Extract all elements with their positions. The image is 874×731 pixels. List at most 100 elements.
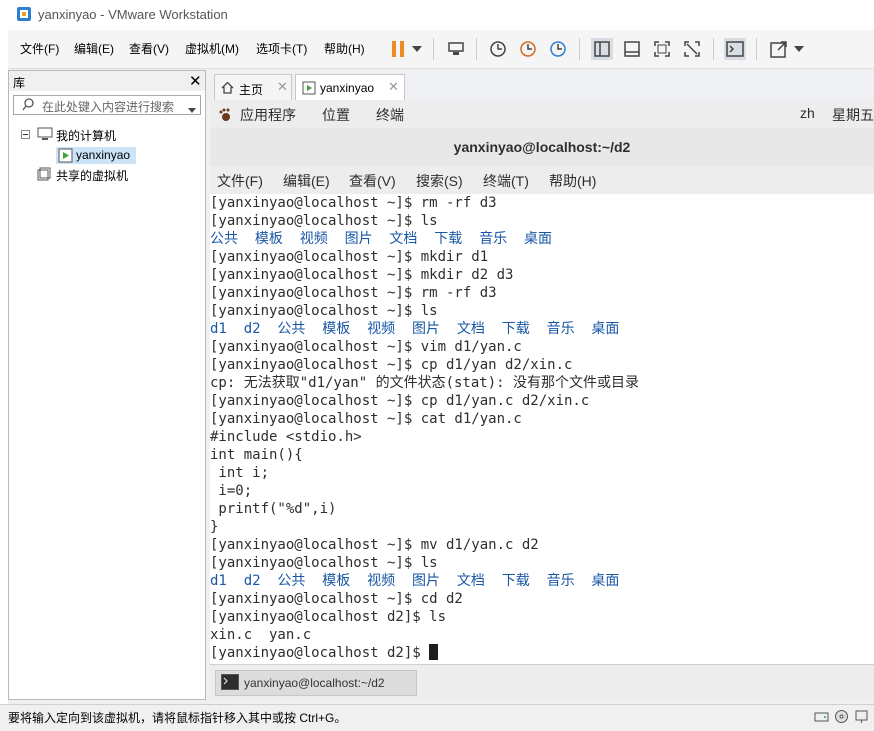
revert-snapshot-icon[interactable] — [517, 38, 539, 60]
toolbar-separator — [476, 38, 477, 60]
terminal-line: #include <stdio.h> — [210, 429, 362, 445]
full-screen-icon[interactable] — [651, 38, 673, 60]
tab-home[interactable]: 主页 ✕ — [214, 74, 292, 101]
terminal-line: [yanxinyao@localhost ~]$ ls — [210, 555, 438, 571]
taskbar-terminal-label: yanxinyao@localhost:~/d2 — [244, 676, 385, 690]
terminal-line: cp: 无法获取"d1/yan" 的文件状态(stat): 没有那个文件或目录 — [210, 375, 640, 391]
terminal-line: [yanxinyao@localhost ~]$ cd d2 — [210, 591, 463, 607]
terminal-menu-edit[interactable]: 编辑(E) — [283, 171, 330, 191]
tab-label: yanxinyao — [320, 81, 375, 95]
terminal-line: i=0; — [210, 483, 253, 499]
guest-taskbar: yanxinyao@localhost:~/d2 — [210, 664, 874, 701]
chevron-down-icon[interactable] — [188, 102, 196, 116]
search-icon — [22, 98, 35, 114]
console-view-icon[interactable] — [724, 38, 746, 60]
status-message: 要将输入定向到该虚拟机，请将鼠标指针移入其中或按 Ctrl+G。 — [8, 711, 347, 725]
pause-icon[interactable] — [387, 38, 409, 60]
menu-view[interactable]: 查看(V) — [129, 40, 169, 57]
menu-file[interactable]: 文件(F) — [20, 40, 59, 57]
background-window-edge — [0, 0, 8, 730]
terminal-line: 公共 模板 视频 图片 文档 下载 音乐 桌面 — [210, 231, 553, 247]
status-bar: 要将输入定向到该虚拟机，请将鼠标指针移入其中或按 Ctrl+G。 — [0, 704, 874, 731]
menu-help[interactable]: 帮助(H) — [324, 40, 365, 57]
terminal-menu-view[interactable]: 查看(V) — [349, 171, 396, 191]
stretch-icon[interactable] — [768, 38, 790, 60]
terminal-menu-search[interactable]: 搜索(S) — [416, 171, 463, 191]
terminal-title-bar: yanxinyao@localhost:~/d2 — [210, 128, 874, 167]
search-placeholder: 在此处键入内容进行搜索 — [42, 100, 175, 114]
terminal-menu-help[interactable]: 帮助(H) — [549, 171, 596, 191]
library-panel: 库 ✕ 在此处键入内容进行搜索 我的计算机 yanxinyao 共享的虚拟机 — [8, 70, 206, 700]
shared-vms-icon — [37, 167, 51, 184]
tree-item-my-computer[interactable]: 我的计算机 — [56, 127, 116, 144]
terminal-line: d1 d2 公共 模板 视频 图片 文档 下载 音乐 桌面 — [210, 573, 620, 589]
menu-places[interactable]: 位置 — [322, 105, 350, 125]
thumbnail-bar-icon[interactable] — [621, 38, 643, 60]
terminal-line: [yanxinyao@localhost ~]$ vim d1/yan.c — [210, 339, 522, 355]
terminal-line: [yanxinyao@localhost ~]$ rm -rf d3 — [210, 285, 497, 301]
menu-edit[interactable]: 编辑(E) — [74, 40, 114, 57]
close-icon[interactable]: ✕ — [189, 72, 202, 90]
menu-applications[interactable]: 应用程序 — [240, 105, 296, 125]
chevron-down-icon[interactable] — [792, 38, 806, 60]
library-search-input[interactable]: 在此处键入内容进行搜索 — [13, 95, 201, 115]
vmware-app-icon — [16, 6, 32, 22]
taskbar-terminal-button[interactable]: yanxinyao@localhost:~/d2 — [215, 670, 417, 696]
terminal-line: [yanxinyao@localhost ~]$ mv d1/yan.c d2 — [210, 537, 539, 553]
input-method-indicator[interactable]: zh — [800, 105, 815, 121]
show-library-icon[interactable] — [591, 38, 613, 60]
collapse-icon[interactable] — [21, 128, 30, 142]
terminal-line: [yanxinyao@localhost ~]$ mkdir d1 — [210, 249, 489, 265]
terminal-menu-file[interactable]: 文件(F) — [217, 171, 263, 191]
clock[interactable]: 星期五 — [832, 105, 874, 125]
terminal-line: [yanxinyao@localhost ~]$ rm -rf d3 — [210, 195, 497, 211]
terminal-line: [yanxinyao@localhost ~]$ mkdir d2 d3 — [210, 267, 514, 283]
computer-icon — [37, 127, 53, 143]
window-title: yanxinyao - VMware Workstation — [38, 7, 228, 22]
snapshot-icon[interactable] — [487, 38, 509, 60]
terminal-line: } — [210, 519, 219, 535]
hard-disk-icon[interactable] — [814, 710, 829, 727]
tab-label: 主页 — [239, 83, 264, 97]
network-icon[interactable] — [854, 709, 869, 727]
terminal-line: printf("%d",i) — [210, 501, 337, 517]
terminal-line: [yanxinyao@localhost ~]$ ls — [210, 213, 438, 229]
menu-vm[interactable]: 虚拟机(M) — [185, 40, 239, 57]
terminal-cursor — [429, 644, 439, 660]
close-icon[interactable]: ✕ — [277, 79, 288, 95]
tree-item-shared-vms[interactable]: 共享的虚拟机 — [56, 167, 128, 184]
unity-icon[interactable] — [681, 38, 703, 60]
terminal-menu-terminal[interactable]: 终端(T) — [483, 171, 529, 191]
terminal-menu-bar: 文件(F) 编辑(E) 查看(V) 搜索(S) 终端(T) 帮助(H) — [210, 166, 874, 195]
library-header: 库 ✕ — [9, 71, 205, 91]
vm-icon — [302, 81, 316, 98]
menu-tabs[interactable]: 选项卡(T) — [256, 40, 307, 57]
terminal-title: yanxinyao@localhost:~/d2 — [453, 139, 631, 155]
tab-bar: 主页 ✕ yanxinyao ✕ — [210, 70, 874, 101]
toolbar-separator — [579, 38, 580, 60]
tab-vm[interactable]: yanxinyao ✕ — [295, 74, 405, 101]
terminal-icon — [221, 674, 239, 693]
cd-dvd-icon[interactable] — [834, 709, 849, 727]
menu-bar: 文件(F) 编辑(E) 查看(V) 虚拟机(M) 选项卡(T) 帮助(H) — [8, 30, 874, 69]
terminal-line: int i; — [210, 465, 270, 481]
chevron-down-icon[interactable] — [410, 38, 424, 60]
toolbar-separator — [756, 38, 757, 60]
terminal-line: [yanxinyao@localhost ~]$ cat d1/yan.c — [210, 411, 522, 427]
terminal-prompt: [yanxinyao@localhost d2]$ — [210, 645, 430, 661]
snapshot-manager-icon[interactable] — [547, 38, 569, 60]
toolbar-separator — [433, 38, 434, 60]
toolbar-separator — [713, 38, 714, 60]
terminal-line: [yanxinyao@localhost ~]$ cp d1/yan.c d2/… — [210, 393, 590, 409]
terminal-line: int main(){ — [210, 447, 303, 463]
send-ctrl-alt-del-icon[interactable] — [445, 38, 467, 60]
home-icon — [221, 81, 234, 97]
tree-item-yanxinyao[interactable]: yanxinyao — [76, 148, 130, 162]
menu-terminal[interactable]: 终端 — [376, 105, 404, 125]
terminal-output[interactable]: [yanxinyao@localhost ~]$ rm -rf d3 [yanxi… — [210, 194, 874, 664]
terminal-line: [yanxinyao@localhost ~]$ ls — [210, 303, 438, 319]
terminal-line: [yanxinyao@localhost ~]$ cp d1/yan d2/xi… — [210, 357, 573, 373]
close-icon[interactable]: ✕ — [388, 79, 399, 95]
guest-top-bar: 应用程序 位置 终端 zh 星期五 — [210, 100, 874, 129]
library-title: 库 — [13, 76, 26, 90]
